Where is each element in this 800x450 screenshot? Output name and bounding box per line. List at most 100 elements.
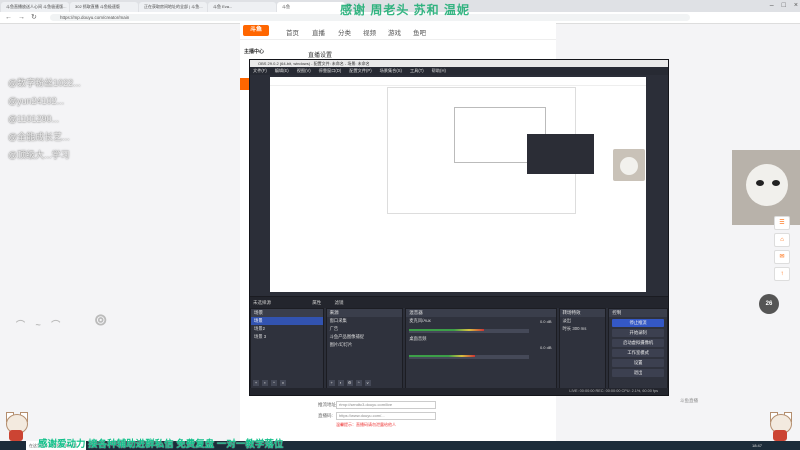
virtual-camera-button[interactable]: 启动虚拟摄像机 [612,339,664,347]
overlay-line: @1101290... [8,114,60,124]
dock-header: 混音器 [406,309,556,317]
menu-item[interactable]: 帮助(H) [432,67,446,75]
browser-tab[interactable]: 斗鱼 Eva... [208,2,276,12]
mascot-body [773,430,787,441]
controls-dock: 控制 停止推流 开始录制 启动虚拟摄像机 工作室模式 设置 退出 [608,308,668,389]
scribble: ⊚ [94,312,112,329]
duration-value[interactable]: 300 ms [572,326,586,331]
scene-item[interactable]: 场景 [251,317,323,325]
add-icon[interactable]: + [328,380,335,386]
source-item[interactable]: 窗口采集 [327,317,403,325]
audio-meter-fill [409,355,476,357]
delete-icon[interactable]: ▪ [262,380,268,386]
db-label: 0.0 dB [539,345,552,350]
properties-button[interactable]: 属性 [312,300,321,305]
dock-header: 控制 [609,309,667,317]
nav-item[interactable]: 分类 [338,27,351,37]
nav-item[interactable]: 首页 [286,27,299,37]
duration-label: 时长 [562,326,572,331]
stream-key-field[interactable]: https://www.douyu.com/... [336,412,436,420]
back-icon[interactable]: ← [5,12,12,23]
side-tool-icon[interactable]: ✉ [774,250,790,264]
dock-header: 转场特效 [559,309,606,317]
obs-menu-bar: 文件(F) 编辑(E) 视图(V) 停靠窗口(D) 配置文件(P) 场景集合(S… [250,67,668,75]
overlay-line: @全能成长艺... [8,132,70,142]
form-label: 直播码: [318,413,333,418]
mixer-dock: 混音器 麦克风/Aux 桌面音频 0.0 dB 0.0 dB [405,308,557,389]
browser-tab[interactable]: 正在获取房间地址的全部 | 斗鱼... [139,2,207,12]
gear-icon[interactable]: ⚙ [346,380,353,386]
overlay-thanks: 感谢 周老头 苏和 温妮 [340,3,471,17]
obs-preview[interactable] [270,77,646,292]
menu-item[interactable]: 视图(V) [297,67,311,75]
up-icon[interactable]: ^ [355,380,362,386]
source-item[interactable]: 图片/幻灯片 [327,341,403,349]
sidebar-accent [240,78,249,90]
side-tool-icon[interactable]: ↑ [774,267,790,281]
nested-preview-core [527,134,594,174]
settings-button[interactable]: 设置 [612,359,664,367]
maximize-icon[interactable]: □ [782,0,786,12]
form-label: 推流地址: [318,402,338,407]
start-recording-button[interactable]: 开始录制 [612,329,664,337]
menu-item[interactable]: 文件(F) [253,67,267,75]
overlay-follower-list: @数字粉丝1022... @yun24102... @1101290... @全… [8,74,81,164]
down-icon[interactable]: v [364,380,371,386]
source-item[interactable]: 斗鱼产品图像捕捉 [327,333,403,341]
menu-item[interactable]: 编辑(E) [275,67,289,75]
scene-item[interactable]: 场景 3 [251,333,323,341]
studio-mode-button[interactable]: 工作室模式 [612,349,664,357]
menu-item[interactable]: 配置文件(P) [349,67,371,75]
avatar-badge[interactable]: 26 [759,294,779,314]
window-controls: – □ × [770,0,798,12]
overlay-line: @数字粉丝1022... [8,78,81,88]
taskbar-clock: 18:47 [751,443,762,448]
no-source-label: 未选择源 [253,300,271,305]
nav-item[interactable]: 直播 [312,27,325,37]
stop-streaming-button[interactable]: 停止推流 [612,319,664,327]
browser-tab[interactable]: 斗鱼直播放送人心间 斗鱼极速版... [1,2,69,12]
cat-camera-small [613,149,645,181]
menu-item[interactable]: 停靠窗口(D) [319,67,342,75]
up-icon[interactable]: ^ [271,380,277,386]
nav-item[interactable]: 视频 [363,27,376,37]
page-title: 直播设置 [308,53,333,59]
menu-item[interactable]: 工具(T) [410,67,424,75]
reload-icon[interactable]: ↻ [31,12,37,23]
cat-face [746,164,788,206]
filters-button[interactable]: 滤镜 [335,300,344,305]
add-icon[interactable]: + [253,380,259,386]
minimize-icon[interactable]: – [770,0,774,12]
forward-icon[interactable]: → [18,12,25,23]
cat-eye [772,180,780,186]
site-logo[interactable]: 斗鱼 [243,25,269,36]
push-url-field[interactable]: rtmp://sendtc3.douyu.com/live [336,401,436,409]
mixer-track-name: 麦克风/Aux [409,318,431,323]
close-icon[interactable]: × [794,0,798,12]
side-tool-icon[interactable]: ☰ [774,216,790,230]
scribble: ⌒ ~ ⌒ [16,320,65,330]
cat-camera [732,150,800,225]
menu-item[interactable]: 场景集合(S) [380,67,402,75]
nav-item[interactable]: 游戏 [388,27,401,37]
cat-face [620,157,638,175]
down-icon[interactable]: v [280,380,286,386]
scene-item[interactable]: 场景2 [251,325,323,333]
audio-meter [409,355,530,359]
dock-header: 来源 [326,309,403,317]
browser-tab[interactable]: 302 抓取直播 斗鱼极速版 [70,2,138,12]
source-item[interactable]: 广告 [327,325,403,333]
browser-tab-active[interactable]: 斗鱼 [277,2,345,12]
dock-header: 场景 [251,309,323,317]
obs-window: OBS 29.0.2 (64-bit, windows) - 配置文件: 未命名… [249,59,669,396]
footer-brand: 斗鱼直播 [680,398,698,403]
scenes-dock: 场景 场景 场景2 场景 3 + ▪ ^ v [250,308,324,389]
exit-button[interactable]: 退出 [612,369,664,377]
transition-select[interactable]: 淡出 [560,317,606,325]
side-tool-icon[interactable]: ⌂ [774,233,790,247]
overlay-line: @顶级大...学习 [8,150,70,160]
nav-item[interactable]: 鱼吧 [413,27,426,37]
warning-text: 温馨提示：直播码请勿泄露给他人 [336,422,396,427]
delete-icon[interactable]: ▪ [337,380,344,386]
dock-toolbar: + ▪ ^ v [253,380,286,386]
